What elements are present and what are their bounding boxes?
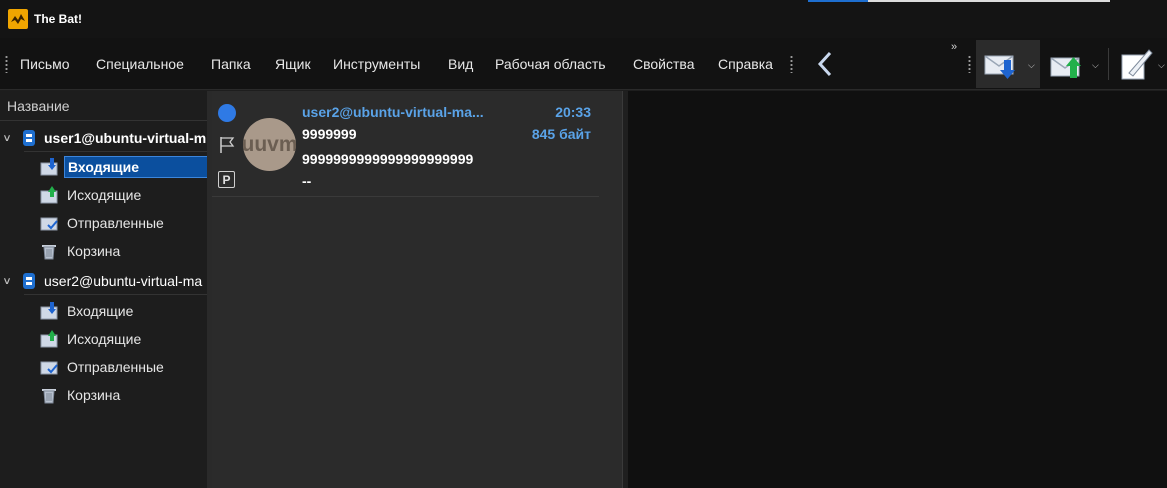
avatar: uuvm [243, 118, 296, 171]
account-label: user2@ubuntu-virtual-ma [44, 273, 203, 289]
divider [24, 151, 207, 152]
folder-label: Корзина [67, 243, 121, 259]
message-preview-pane [628, 91, 1167, 488]
title-strip-light [868, 0, 1110, 2]
chevron-down-icon[interactable]: ∨ [2, 276, 18, 287]
folder-label: Отправленные [67, 359, 164, 375]
folder-inbox-user1[interactable]: Входящие [40, 154, 209, 180]
folder-label: Входящие [64, 156, 209, 178]
sent-icon [40, 217, 58, 231]
inbox-icon [40, 302, 58, 320]
get-mail-button[interactable]: ⌵ [976, 40, 1040, 88]
folder-inbox-user2[interactable]: Входящие [40, 298, 136, 324]
toolbar-overflow-icon[interactable]: » [951, 41, 957, 53]
back-arrow-icon[interactable] [812, 50, 838, 78]
app-title: The Bat! [34, 12, 82, 26]
message-subject: 9999999 [302, 126, 357, 142]
message-time: 20:33 [555, 104, 591, 120]
toolbar-grip[interactable] [968, 55, 971, 73]
mailbox-account-icon [23, 130, 35, 146]
folder-trash-user2[interactable]: Корзина [40, 382, 123, 408]
priority-icon[interactable]: P [218, 171, 235, 188]
new-message-button[interactable]: ⌵ [1114, 40, 1167, 88]
folder-trash-user1[interactable]: Корзина [40, 238, 123, 264]
inbox-icon [40, 158, 58, 176]
preview-line: 9999999999999999999999 [302, 151, 474, 167]
title-bar: The Bat! [0, 0, 1167, 38]
compose-icon [1121, 49, 1153, 80]
menu-tools[interactable]: Инструменты [333, 56, 420, 72]
folder-label: Входящие [67, 303, 134, 319]
title-strip-accent [808, 0, 868, 2]
toolbar-separator [1108, 48, 1109, 80]
send-mail-button[interactable]: ⌵ [1044, 40, 1104, 88]
chevron-down-icon[interactable]: ∨ [2, 133, 18, 144]
get-mail-icon [984, 55, 1015, 79]
trash-icon [42, 389, 56, 404]
sent-icon [40, 361, 58, 375]
folder-label: Отправленные [67, 215, 164, 231]
message-preview: 9999999999999999999999 -- [302, 148, 473, 192]
folder-tree-header[interactable]: Название [0, 91, 207, 121]
chevron-down-icon[interactable]: ⌵ [1028, 60, 1035, 71]
menu-view[interactable]: Вид [448, 56, 473, 72]
flag-icon[interactable] [218, 136, 236, 154]
the-bat-logo-icon [8, 9, 28, 29]
avatar-initials: uuvm [243, 132, 296, 156]
outbox-icon [40, 330, 58, 348]
message-size: 845 байт [531, 126, 591, 142]
message-list: P uuvm user2@ubuntu-virtual-ma... 20:33 … [212, 91, 622, 488]
account-node-user2[interactable]: ∨ user2@ubuntu-virtual-ma [2, 268, 203, 294]
menu-special[interactable]: Специальное [96, 56, 184, 72]
column-name-header: Название [7, 98, 70, 114]
folder-outbox-user1[interactable]: Исходящие [40, 182, 144, 208]
chevron-down-icon[interactable]: ⌵ [1092, 60, 1099, 71]
menu-folder[interactable]: Папка [211, 56, 251, 72]
message-sender: user2@ubuntu-virtual-ma... [302, 104, 484, 120]
trash-icon [42, 245, 56, 260]
folder-sent-user2[interactable]: Отправленные [40, 354, 167, 380]
account-label: user1@ubuntu-virtual-m [44, 130, 207, 146]
outbox-icon [40, 186, 58, 204]
menu-workspace[interactable]: Рабочая область [495, 56, 606, 72]
menu-bar: Письмо Специальное Папка Ящик Инструмент… [0, 38, 1167, 90]
folder-label: Корзина [67, 387, 121, 403]
mailbox-account-icon [23, 273, 35, 289]
toolbar-grip[interactable] [790, 55, 793, 73]
preview-line: -- [302, 173, 312, 189]
message-row[interactable]: P uuvm user2@ubuntu-virtual-ma... 20:33 … [212, 91, 599, 197]
menu-help[interactable]: Справка [718, 56, 773, 72]
toolbar-grip[interactable] [5, 55, 8, 73]
folder-outbox-user2[interactable]: Исходящие [40, 326, 144, 352]
menu-letter[interactable]: Письмо [20, 56, 70, 72]
folder-tree: Название ∨ user1@ubuntu-virtual-m Входящ… [0, 91, 209, 488]
folder-sent-user1[interactable]: Отправленные [40, 210, 167, 236]
folder-label: Исходящие [67, 187, 142, 203]
chevron-down-icon[interactable]: ⌵ [1158, 60, 1165, 71]
menu-properties[interactable]: Свойства [633, 56, 694, 72]
menu-mailbox[interactable]: Ящик [275, 56, 311, 72]
folder-label: Исходящие [67, 331, 142, 347]
unread-status-icon[interactable] [218, 104, 236, 122]
send-mail-icon [1050, 57, 1081, 78]
account-node-user1[interactable]: ∨ user1@ubuntu-virtual-m [2, 125, 207, 151]
divider [24, 294, 207, 295]
